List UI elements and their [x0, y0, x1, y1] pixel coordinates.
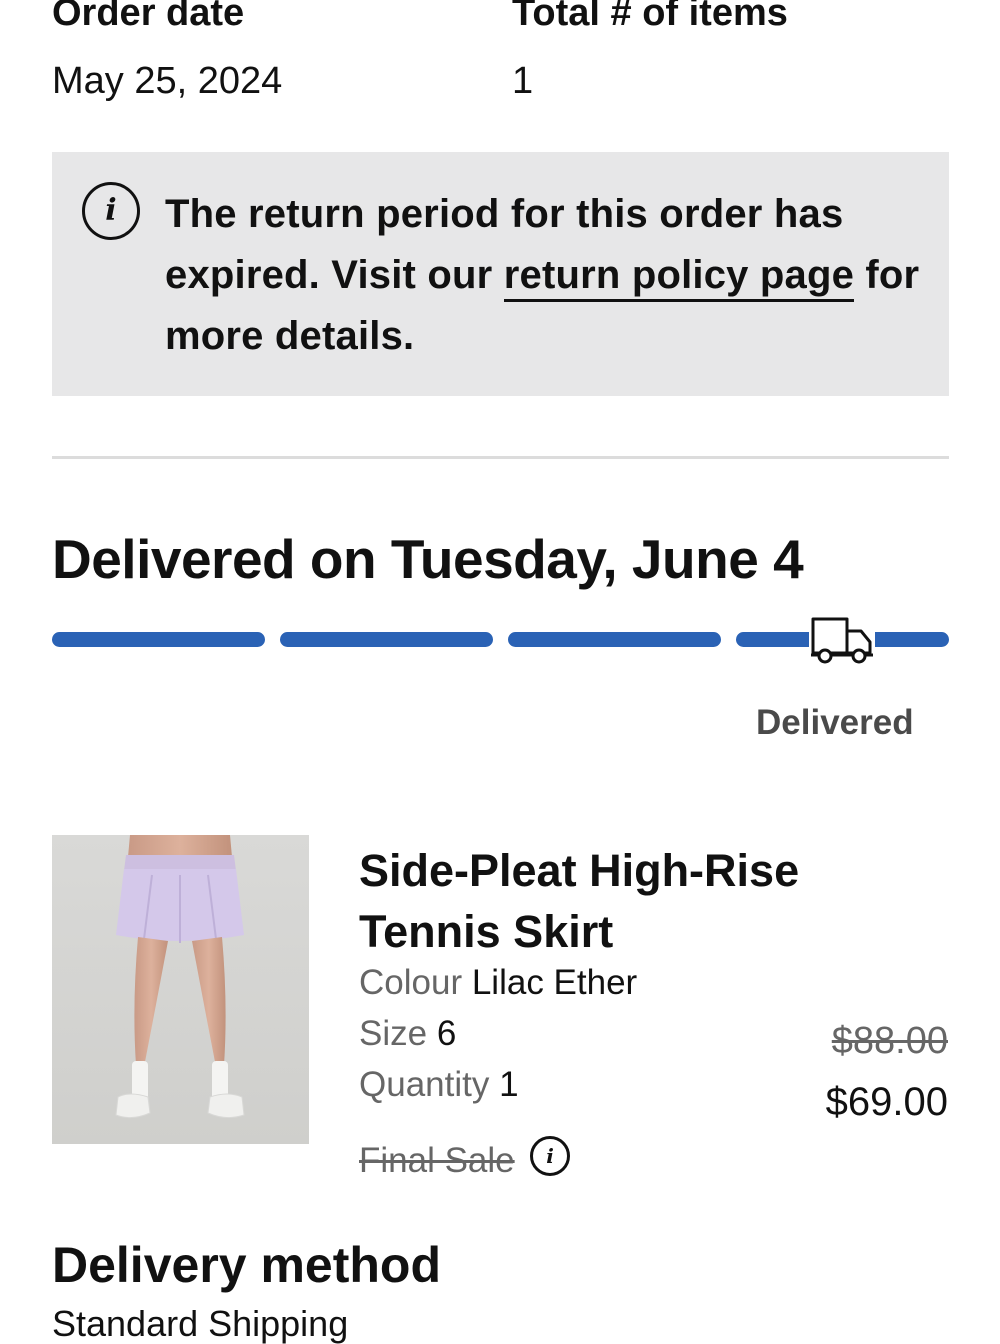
notice-text: The return period for this order has exp…: [165, 184, 935, 367]
original-price: $88.00: [831, 1020, 948, 1062]
quantity-value: 1: [499, 1065, 519, 1104]
return-period-notice: i The return period for this order has e…: [52, 152, 949, 396]
quantity-label: Quantity: [359, 1065, 490, 1104]
final-sale-label: Final Sale: [359, 1141, 515, 1180]
progress-step-3: [508, 632, 721, 647]
product-photo-illustration: [52, 835, 309, 1144]
order-date-label: Order date: [52, 0, 245, 34]
product-colour: Colour Lilac Ether: [359, 965, 637, 1000]
sale-price: $69.00: [825, 1080, 948, 1124]
total-items-value: 1: [512, 60, 534, 102]
info-icon[interactable]: i: [530, 1136, 570, 1176]
colour-value: Lilac Ether: [471, 963, 638, 1002]
total-items-label: Total # of items: [512, 0, 788, 34]
truck-icon: [809, 615, 875, 665]
delivery-status-title: Delivered on Tuesday, June 4: [52, 528, 804, 590]
progress-step-1: [52, 632, 265, 647]
size-label: Size: [359, 1014, 428, 1053]
product-quantity: Quantity 1: [359, 1067, 519, 1102]
progress-step-2: [280, 632, 493, 647]
size-value: 6: [436, 1014, 457, 1053]
product-image[interactable]: [52, 835, 309, 1144]
delivery-method-title: Delivery method: [52, 1237, 442, 1293]
product-size: Size 6: [359, 1016, 456, 1051]
delivery-method-value: Standard Shipping: [52, 1303, 349, 1344]
colour-label: Colour: [359, 963, 463, 1002]
order-date-value: May 25, 2024: [52, 60, 283, 102]
section-divider: [52, 456, 949, 459]
info-icon: i: [82, 182, 140, 240]
return-policy-link[interactable]: return policy page: [503, 253, 855, 302]
product-name[interactable]: Side-Pleat High-Rise Tennis Skirt: [359, 840, 879, 962]
delivery-status-label: Delivered: [756, 703, 914, 742]
